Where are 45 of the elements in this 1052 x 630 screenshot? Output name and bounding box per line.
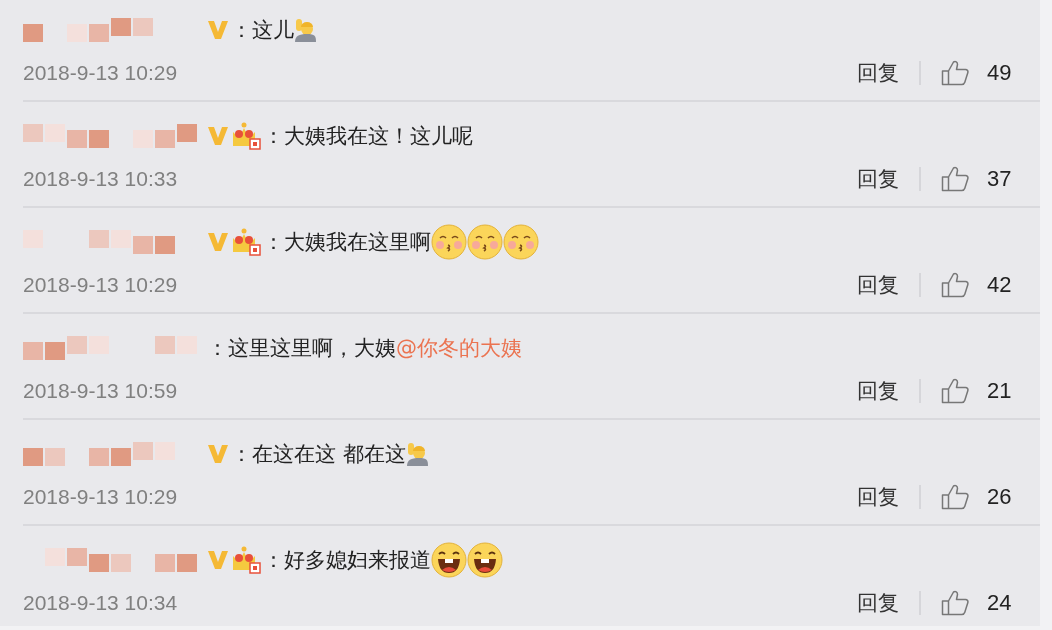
like-count: 26	[987, 484, 1013, 510]
like-count: 21	[987, 378, 1013, 404]
thumbs-up-icon[interactable]	[941, 378, 969, 404]
comment-text: ：大姨我在这！这儿呢	[263, 123, 473, 150]
comment-text: ：这里这里啊，大姨	[207, 335, 396, 362]
thumbs-up-icon[interactable]	[941, 484, 969, 510]
comment-time: 2018-9-13 10:34	[23, 591, 178, 615]
kiss-face-emoji-icon	[503, 224, 539, 260]
like-count: 24	[987, 590, 1013, 616]
raised-hand-emoji-icon	[405, 442, 428, 466]
reply-button[interactable]: 回复	[857, 589, 899, 617]
v-badge-icon	[207, 19, 229, 41]
thumbs-up-icon[interactable]	[941, 166, 969, 192]
kiss-face-emoji-icon	[467, 224, 503, 260]
crown-icon	[231, 546, 261, 574]
comment-time: 2018-9-13 10:59	[23, 379, 178, 403]
like-count: 42	[987, 272, 1013, 298]
crown-icon	[231, 228, 261, 256]
like-count: 37	[987, 166, 1013, 192]
comment-time: 2018-9-13 10:29	[23, 61, 178, 85]
thumbs-up-icon[interactable]	[941, 272, 969, 298]
comment-time: 2018-9-13 10:29	[23, 273, 178, 297]
crown-icon	[231, 122, 261, 150]
laughing-face-emoji-icon	[431, 542, 467, 578]
comment-text: ：这儿	[231, 17, 294, 44]
thumbs-up-icon[interactable]	[941, 60, 969, 86]
reply-button[interactable]: 回复	[857, 377, 899, 405]
comment-time: 2018-9-13 10:29	[23, 485, 178, 509]
v-badge-icon	[207, 231, 229, 253]
thumbs-up-icon[interactable]	[941, 590, 969, 616]
laughing-face-emoji-icon	[467, 542, 503, 578]
comment-time: 2018-9-13 10:33	[23, 167, 178, 191]
raised-hand-emoji-icon	[294, 18, 316, 42]
reply-button[interactable]: 回复	[857, 59, 899, 87]
comment-text: ：在这在这 都在这	[231, 441, 406, 468]
v-badge-icon	[207, 549, 229, 571]
like-count: 49	[987, 60, 1013, 86]
v-badge-icon	[207, 443, 229, 465]
comment-text: ：好多媳妇来报道	[263, 547, 431, 574]
kiss-face-emoji-icon	[431, 224, 467, 260]
comment-text: ：大姨我在这里啊	[263, 229, 431, 256]
v-badge-icon	[207, 125, 229, 147]
reply-button[interactable]: 回复	[857, 483, 899, 511]
reply-button[interactable]: 回复	[857, 165, 899, 193]
reply-button[interactable]: 回复	[857, 271, 899, 299]
